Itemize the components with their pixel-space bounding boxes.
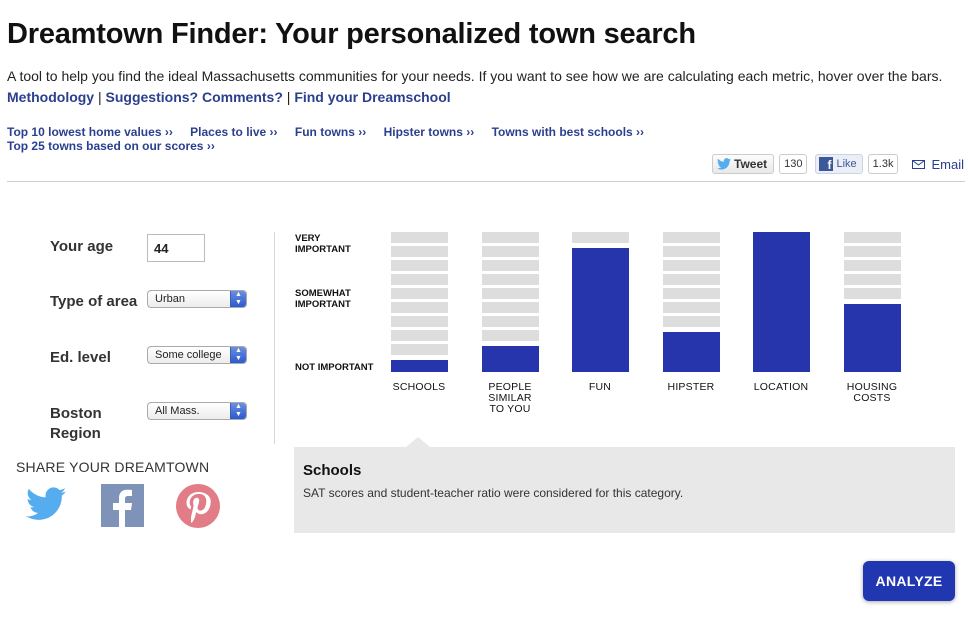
importance-bar-fun[interactable] bbox=[572, 232, 629, 372]
scale-not-important: NOT IMPORTANT bbox=[295, 362, 374, 373]
tweet-label: Tweet bbox=[734, 157, 768, 171]
suggestions-link[interactable]: Suggestions? Comments? bbox=[106, 89, 283, 105]
area-type-label: Type of area bbox=[50, 293, 138, 310]
age-label: Your age bbox=[50, 238, 114, 255]
dreamschool-link[interactable]: Find your Dreamschool bbox=[294, 89, 450, 105]
page-title: Dreamtown Finder: Your personalized town… bbox=[7, 18, 696, 50]
quick-links: Top 10 lowest home values ›› Places to l… bbox=[7, 125, 907, 153]
email-link[interactable]: Email bbox=[912, 157, 964, 172]
importance-bar-label: HOUSING COSTS bbox=[846, 381, 898, 404]
education-select[interactable]: Some college ▲ ▼ bbox=[147, 346, 247, 364]
pinterest-icon[interactable] bbox=[176, 484, 220, 533]
intro-paragraph: A tool to help you find the ideal Massac… bbox=[7, 66, 957, 108]
quick-link-fun-towns[interactable]: Fun towns ›› bbox=[295, 125, 366, 139]
quick-link-lowest-home-values[interactable]: Top 10 lowest home values ›› bbox=[7, 125, 173, 139]
importance-bar-housing-costs[interactable] bbox=[844, 232, 901, 372]
analyze-button[interactable]: ANALYZE bbox=[863, 561, 955, 601]
methodology-link[interactable]: Methodology bbox=[7, 89, 94, 105]
like-count: 1.3k bbox=[867, 154, 899, 174]
info-text: SAT scores and student-teacher ratio wer… bbox=[303, 486, 684, 500]
importance-bar-fill bbox=[663, 330, 720, 372]
region-select[interactable]: All Mass. ▲ ▼ bbox=[147, 402, 247, 420]
info-pointer bbox=[406, 437, 430, 447]
importance-bar-fill bbox=[391, 358, 448, 372]
separator: | bbox=[286, 89, 291, 105]
info-title: Schools bbox=[303, 462, 362, 479]
importance-bar-people-similar-to-you[interactable] bbox=[482, 232, 539, 372]
region-label: Boston Region bbox=[50, 405, 102, 442]
facebook-f-icon: f bbox=[819, 157, 834, 171]
importance-bar-fill bbox=[482, 344, 539, 372]
quick-link-places-to-live[interactable]: Places to live ›› bbox=[190, 125, 277, 139]
importance-bar-label: PEOPLE SIMILAR TO YOU bbox=[488, 381, 532, 415]
tweet-button[interactable]: Tweet bbox=[712, 154, 775, 174]
select-arrows-icon: ▲ ▼ bbox=[230, 403, 246, 419]
select-arrows-icon: ▲ ▼ bbox=[230, 291, 246, 307]
twitter-icon[interactable] bbox=[26, 484, 66, 529]
area-type-select[interactable]: Urban ▲ ▼ bbox=[147, 290, 247, 308]
importance-bar-hipster[interactable] bbox=[663, 232, 720, 372]
importance-bar-fill bbox=[844, 302, 901, 372]
age-input[interactable] bbox=[147, 234, 205, 262]
scale-somewhat-important: SOMEWHAT IMPORTANT bbox=[295, 288, 351, 310]
importance-bar-label: LOCATION bbox=[753, 381, 809, 393]
region-value: All Mass. bbox=[155, 405, 200, 417]
importance-bar-schools[interactable] bbox=[391, 232, 448, 372]
importance-bar-location[interactable] bbox=[753, 232, 810, 372]
separator: | bbox=[98, 89, 102, 105]
social-bar: Tweet 130 f Like 1.3k Email bbox=[712, 154, 964, 174]
email-label: Email bbox=[931, 156, 964, 172]
scale-very-important: VERY IMPORTANT bbox=[295, 233, 351, 255]
quick-link-best-schools[interactable]: Towns with best schools ›› bbox=[492, 125, 644, 139]
header-divider bbox=[7, 181, 965, 182]
select-arrows-icon: ▲ ▼ bbox=[230, 347, 246, 363]
area-type-value: Urban bbox=[155, 293, 185, 305]
education-value: Some college bbox=[155, 349, 222, 361]
twitter-bird-icon bbox=[717, 158, 731, 170]
education-label: Ed. level bbox=[50, 349, 111, 366]
importance-bar-label: SCHOOLS bbox=[392, 381, 446, 393]
importance-bar-fill bbox=[753, 232, 810, 372]
tweet-count: 130 bbox=[779, 154, 808, 174]
like-button[interactable]: f Like bbox=[815, 154, 863, 174]
quick-link-top-25[interactable]: Top 25 towns based on our scores ›› bbox=[7, 139, 215, 153]
share-title: SHARE YOUR DREAMTOWN bbox=[16, 459, 210, 475]
facebook-icon[interactable] bbox=[101, 484, 144, 532]
importance-bar-label: HIPSTER bbox=[667, 381, 715, 393]
quick-link-hipster-towns[interactable]: Hipster towns ›› bbox=[384, 125, 475, 139]
envelope-icon bbox=[912, 159, 926, 169]
intro-text: A tool to help you find the ideal Massac… bbox=[7, 68, 943, 84]
importance-bar-fill bbox=[572, 246, 629, 372]
like-label: Like bbox=[836, 158, 857, 170]
importance-bar-label: FUN bbox=[588, 381, 612, 393]
form-divider bbox=[274, 232, 275, 444]
